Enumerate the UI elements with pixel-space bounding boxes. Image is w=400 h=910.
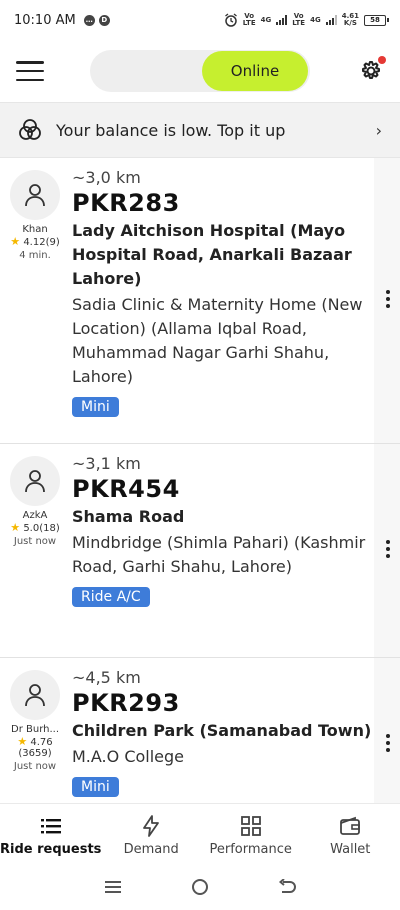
ride-request-card[interactable]: Dr Burh... ★ 4.76 (3659) Just now ~4,5 k… bbox=[0, 658, 400, 803]
signal-2-icon bbox=[325, 15, 337, 25]
online-toggle[interactable]: Online bbox=[90, 50, 310, 92]
distance: ~3,1 km bbox=[72, 454, 141, 473]
rider-info: Khan ★ 4.12(9) 4 min. bbox=[6, 170, 64, 261]
nav-wallet[interactable]: Wallet bbox=[300, 804, 400, 863]
status-bar: 10:10 AM … D Vo LTE 4G Vo LTE 4G 4.61 K/S 5… bbox=[0, 0, 400, 40]
dropoff-location: M.A.O College bbox=[72, 747, 185, 766]
ride-request-card[interactable]: Khan ★ 4.12(9) 4 min. ~3,0 km PKR283 Lad… bbox=[0, 158, 400, 444]
wallet-icon bbox=[340, 816, 361, 835]
low-balance-banner[interactable]: Your balance is low. Top it up › bbox=[0, 102, 400, 158]
rider-name: AzkA bbox=[22, 510, 48, 521]
user-icon bbox=[25, 470, 45, 493]
pickup-location: Shama Road bbox=[72, 507, 185, 526]
status-right: Vo LTE 4G Vo LTE 4G 4.61 K/S 58 bbox=[224, 12, 389, 27]
balance-message: Your balance is low. Top it up bbox=[56, 120, 286, 140]
rider-info: AzkA ★ 5.0(18) Just now bbox=[6, 456, 64, 547]
nav-demand[interactable]: Demand bbox=[101, 804, 201, 863]
net-type-1: 4G bbox=[260, 15, 272, 24]
request-details: ~3,0 km PKR283 Lady Aitchison Hospital (… bbox=[72, 168, 370, 417]
request-details: ~4,5 km PKR293 Children Park (Samanabad … bbox=[72, 668, 372, 797]
category-badge: Ride A/C bbox=[72, 587, 150, 607]
avatar bbox=[10, 456, 60, 506]
more-options-icon[interactable] bbox=[384, 290, 392, 308]
hamburger-menu-icon[interactable] bbox=[16, 61, 44, 81]
network-speed: 4.61 K/S bbox=[341, 12, 359, 27]
pickup-location: Lady Aitchison Hospital (Mayo Hospital R… bbox=[72, 221, 352, 288]
lightning-icon bbox=[143, 815, 160, 837]
nav-label: Ride requests bbox=[0, 842, 102, 857]
dropoff-location: Sadia Clinic & Maternity Home (New Locat… bbox=[72, 295, 363, 386]
price: PKR283 bbox=[72, 189, 180, 217]
category-badge: Mini bbox=[72, 777, 119, 797]
online-status-pill[interactable]: Online bbox=[202, 51, 308, 91]
rider-rating-count: (3659) bbox=[18, 748, 52, 759]
rider-name: Khan bbox=[22, 224, 48, 235]
user-icon bbox=[25, 184, 45, 207]
star-icon: ★ bbox=[10, 521, 21, 534]
more-options-icon[interactable] bbox=[384, 734, 392, 752]
nav-label: Performance bbox=[209, 842, 292, 857]
price: PKR293 bbox=[72, 689, 180, 717]
request-details: ~3,1 km PKR454 Shama Road Mindbridge (Sh… bbox=[72, 454, 370, 607]
nav-label: Wallet bbox=[330, 842, 371, 857]
chat-notification-icon: … bbox=[83, 14, 95, 26]
home-icon[interactable] bbox=[191, 878, 209, 896]
signal-1-icon bbox=[276, 15, 288, 25]
rider-rating: ★ 5.0(18) bbox=[10, 521, 60, 534]
back-icon[interactable] bbox=[278, 878, 296, 895]
settings-button[interactable] bbox=[356, 56, 386, 86]
pickup-location: Children Park (Samanabad Town) bbox=[72, 721, 372, 740]
top-bar: Online bbox=[0, 40, 400, 102]
system-navigation-bar bbox=[0, 863, 400, 910]
distance: ~4,5 km bbox=[72, 668, 141, 687]
dropoff-location: Mindbridge (Shimla Pahari) (Kashmir Road… bbox=[72, 533, 366, 576]
request-time: Just now bbox=[13, 761, 57, 772]
nav-performance[interactable]: Performance bbox=[201, 804, 301, 863]
nav-ride-requests[interactable]: Ride requests bbox=[0, 804, 101, 863]
category-badge: Mini bbox=[72, 397, 119, 417]
notification-dot bbox=[378, 56, 386, 64]
request-time: Just now bbox=[13, 536, 57, 547]
ride-request-card[interactable]: AzkA ★ 5.0(18) Just now ~3,1 km PKR454 S… bbox=[0, 444, 400, 658]
avatar bbox=[10, 670, 60, 720]
more-options-icon[interactable] bbox=[384, 540, 392, 558]
bottom-navigation: Ride requests Demand Performance Wallet bbox=[0, 803, 400, 863]
volte-2-label: Vo LTE bbox=[292, 12, 306, 27]
alarm-icon bbox=[224, 13, 237, 27]
battery-icon: 58 bbox=[364, 14, 389, 26]
nav-label: Demand bbox=[123, 842, 179, 857]
avatar bbox=[10, 170, 60, 220]
net-type-2: 4G bbox=[310, 15, 321, 24]
rider-info: Dr Burh... ★ 4.76 (3659) Just now bbox=[6, 670, 64, 772]
rider-name: Dr Burh... bbox=[11, 724, 59, 735]
ride-request-list[interactable]: Khan ★ 4.12(9) 4 min. ~3,0 km PKR283 Lad… bbox=[0, 158, 400, 803]
distance: ~3,0 km bbox=[72, 168, 141, 187]
status-time: 10:10 AM bbox=[14, 12, 76, 28]
recent-apps-icon[interactable] bbox=[104, 879, 122, 895]
rider-rating: ★ 4.76 bbox=[17, 735, 53, 748]
status-left-icons: … D bbox=[83, 14, 110, 26]
star-icon: ★ bbox=[10, 235, 21, 248]
price: PKR454 bbox=[72, 475, 180, 503]
list-icon bbox=[40, 819, 61, 834]
coins-icon bbox=[19, 119, 41, 140]
chevron-right-icon: › bbox=[375, 120, 382, 140]
star-icon: ★ bbox=[17, 735, 28, 748]
rider-rating: ★ 4.12(9) bbox=[10, 235, 60, 248]
user-icon bbox=[25, 684, 45, 707]
volte-1-label: Vo LTE bbox=[242, 12, 256, 27]
d-app-icon: D bbox=[98, 14, 110, 26]
request-time: 4 min. bbox=[19, 250, 51, 261]
grid-icon bbox=[240, 816, 261, 836]
